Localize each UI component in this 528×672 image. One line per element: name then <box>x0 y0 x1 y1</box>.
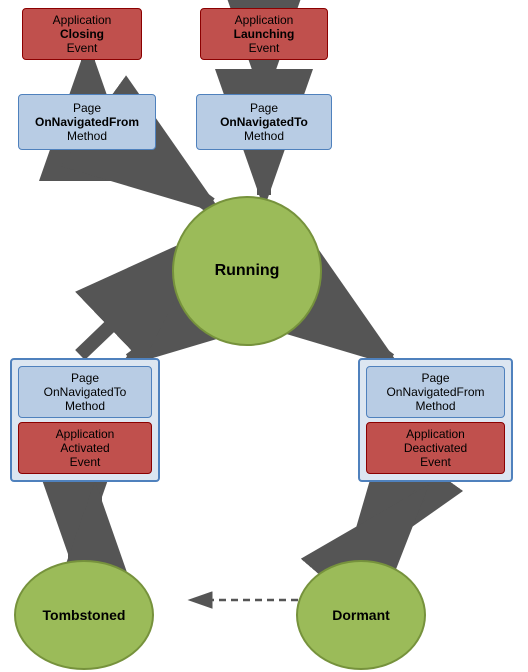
launching-event-box: Application Launching Event <box>200 8 328 60</box>
running-circle: Running <box>172 196 322 346</box>
right-method-l2: OnNavigatedFrom <box>386 385 484 399</box>
dormant-circle: Dormant <box>296 560 426 670</box>
nav-from-top-l1: Page <box>73 101 101 115</box>
launching-event-line1: Application <box>235 13 294 27</box>
right-method-l1: Page <box>421 371 449 385</box>
right-event-l3: Event <box>420 455 451 469</box>
right-method-box: Page OnNavigatedFrom Method <box>366 366 505 418</box>
launching-event-line3: Event <box>249 41 280 55</box>
closing-event-line3: Event <box>67 41 98 55</box>
navigated-from-top-box: Page OnNavigatedFrom Method <box>18 94 156 150</box>
right-event-l1: Application <box>406 427 465 441</box>
closing-event-line1: Application <box>53 13 112 27</box>
tombstoned-circle: Tombstoned <box>14 560 154 670</box>
nav-from-top-l3: Method <box>67 129 107 143</box>
lifecycle-diagram: Application Closing Event Application La… <box>0 0 528 672</box>
dormant-label: Dormant <box>332 607 390 623</box>
closing-event-box: Application Closing Event <box>22 8 142 60</box>
left-event-l1: Application <box>56 427 115 441</box>
left-event-l2: Activated <box>60 441 109 455</box>
nav-to-top-l3: Method <box>244 129 284 143</box>
right-event-l2: Deactivated <box>404 441 467 455</box>
navigated-to-top-box: Page OnNavigatedTo Method <box>196 94 332 150</box>
left-event-l3: Event <box>70 455 101 469</box>
left-group: Page OnNavigatedTo Method Application Ac… <box>10 358 160 482</box>
nav-to-top-l1: Page <box>250 101 278 115</box>
right-method-l3: Method <box>415 399 455 413</box>
left-method-l2: OnNavigatedTo <box>44 385 127 399</box>
nav-to-top-l2: OnNavigatedTo <box>220 115 308 129</box>
left-event-box: Application Activated Event <box>18 422 152 474</box>
left-method-l3: Method <box>65 399 105 413</box>
launching-event-line2: Launching <box>234 27 295 41</box>
left-method-l1: Page <box>71 371 99 385</box>
right-group: Page OnNavigatedFrom Method Application … <box>358 358 513 482</box>
right-event-box: Application Deactivated Event <box>366 422 505 474</box>
closing-event-line2: Closing <box>60 27 104 41</box>
nav-from-top-l2: OnNavigatedFrom <box>35 115 139 129</box>
tombstoned-label: Tombstoned <box>43 607 126 623</box>
running-label: Running <box>215 262 280 280</box>
left-method-box: Page OnNavigatedTo Method <box>18 366 152 418</box>
